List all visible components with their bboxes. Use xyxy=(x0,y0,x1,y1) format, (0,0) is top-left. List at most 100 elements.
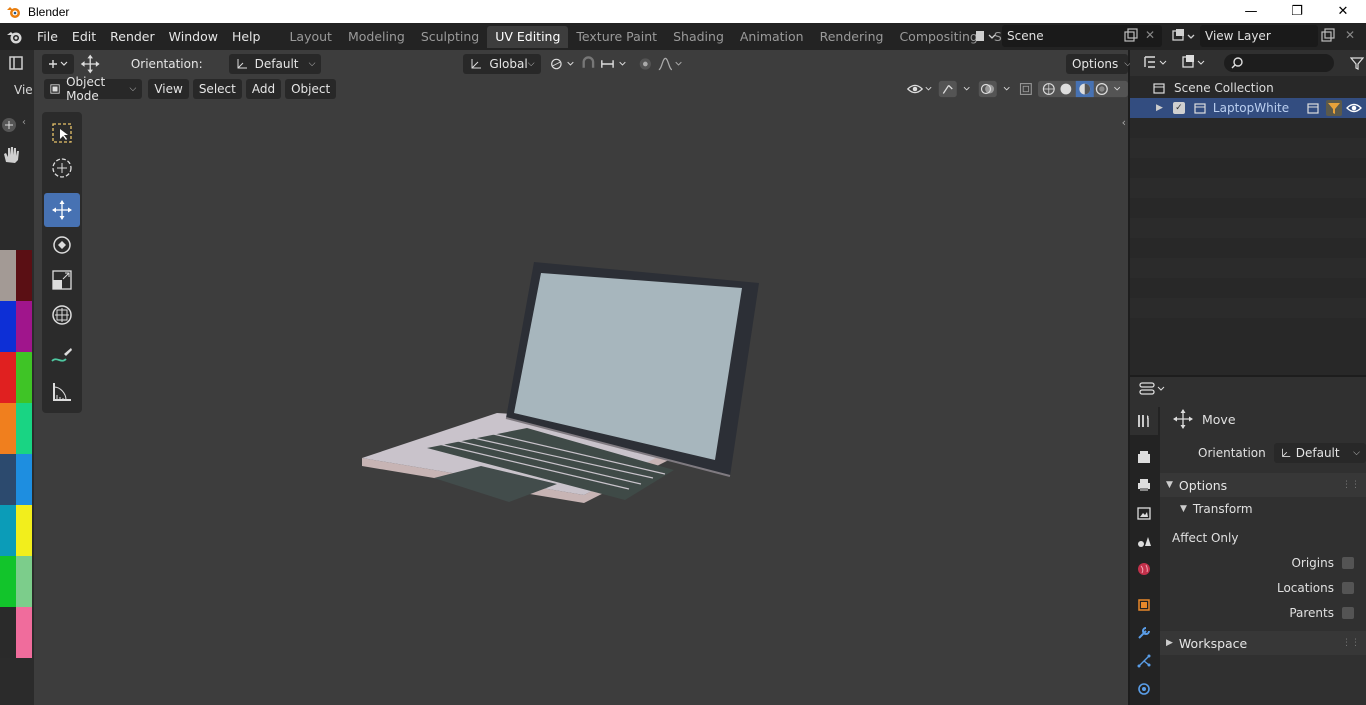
outliner-row-scene-collection[interactable]: Scene Collection xyxy=(1130,78,1366,98)
new-view-layer-icon[interactable] xyxy=(1320,28,1336,44)
tab-tool[interactable] xyxy=(1130,407,1158,435)
tab-animation[interactable]: Animation xyxy=(732,26,812,48)
delete-view-layer-icon[interactable]: ✕ xyxy=(1345,28,1355,42)
tab-particles[interactable] xyxy=(1130,647,1158,675)
include-checkbox[interactable]: ✓ xyxy=(1172,102,1185,114)
palette-swatch[interactable] xyxy=(0,301,16,352)
tab-shading[interactable]: Shading xyxy=(665,26,732,48)
visibility-eye-icon[interactable] xyxy=(906,79,933,99)
origins-checkbox[interactable] xyxy=(1342,556,1354,569)
snap-magnet-icon[interactable] xyxy=(579,54,598,74)
palette-swatch[interactable] xyxy=(0,352,16,403)
affect-parents-row[interactable]: Parents xyxy=(1160,600,1366,625)
snap-target-icon[interactable] xyxy=(599,54,631,74)
left-view-menu[interactable]: Vie xyxy=(14,83,33,97)
palette-swatch[interactable] xyxy=(16,403,32,454)
gizmo-toggle-icon[interactable] xyxy=(937,79,977,99)
menu-help[interactable]: Help xyxy=(225,23,268,50)
annotate-tool[interactable] xyxy=(44,340,80,374)
palette-swatch[interactable] xyxy=(16,301,32,352)
transform-subpanel-header[interactable]: ▼ Transform xyxy=(1160,497,1366,521)
new-scene-icon[interactable] xyxy=(1123,28,1139,44)
tab-object[interactable] xyxy=(1130,591,1158,619)
palette-swatch[interactable] xyxy=(16,454,32,505)
menu-file[interactable]: File xyxy=(30,23,65,50)
select-menu[interactable]: Select xyxy=(192,79,242,99)
eye-visibility-icon[interactable] xyxy=(1346,101,1362,115)
delete-scene-icon[interactable]: ✕ xyxy=(1145,28,1155,42)
cursor-tool[interactable] xyxy=(44,151,80,185)
options-panel-header[interactable]: ▼ Options ⋮⋮ xyxy=(1160,473,1366,497)
object-menu[interactable]: Object xyxy=(285,79,337,99)
select-box-tool[interactable] xyxy=(44,116,80,150)
move-gizmo-icon[interactable] xyxy=(78,52,102,76)
tab-world[interactable] xyxy=(1130,555,1158,583)
tab-output[interactable] xyxy=(1130,471,1158,499)
exclude-collection-icon[interactable] xyxy=(1306,101,1320,115)
view-layer-name-field[interactable]: View Layer xyxy=(1200,25,1318,47)
pivot-point-icon[interactable] xyxy=(547,54,577,74)
palette-swatch[interactable] xyxy=(0,403,16,454)
transform-tool[interactable] xyxy=(44,298,80,332)
expand-arrow-icon[interactable]: ▶ xyxy=(1156,103,1163,113)
outliner-search-input[interactable] xyxy=(1224,54,1334,72)
palette-swatch[interactable] xyxy=(0,454,16,505)
transform-orientation-dropdown[interactable]: Global ⌵ xyxy=(463,53,541,74)
workspace-panel-header[interactable]: ▶ Workspace ⋮⋮ xyxy=(1160,631,1366,655)
menu-edit[interactable]: Edit xyxy=(65,23,103,50)
outliner-editor-type-icon[interactable] xyxy=(1142,53,1170,73)
palette-swatch[interactable] xyxy=(0,250,16,301)
rotate-tool[interactable] xyxy=(44,228,80,262)
proportional-edit-icon[interactable] xyxy=(635,54,656,74)
restore-button[interactable]: ❐ xyxy=(1274,0,1320,23)
outliner-row-laptopwhite[interactable]: ▶ ✓ LaptopWhite xyxy=(1130,98,1366,118)
menu-render[interactable]: Render xyxy=(103,23,162,50)
drag-handle-icon[interactable]: ⋮⋮ xyxy=(1342,638,1360,648)
3d-viewport[interactable]: Orientation: Default ⌵ Global ⌵ Options xyxy=(34,50,1131,705)
palette-swatch[interactable] xyxy=(16,607,32,658)
palette-swatch[interactable] xyxy=(0,505,16,556)
options-dropdown[interactable]: Options ⌵ xyxy=(1065,53,1131,74)
move-tool[interactable] xyxy=(44,193,80,227)
add-menu[interactable]: Add xyxy=(245,79,282,99)
sidebar-toggle-icon[interactable]: ‹ xyxy=(1122,116,1126,129)
orientation-dropdown[interactable]: Default ⌵ xyxy=(228,53,322,74)
tab-physics[interactable] xyxy=(1130,675,1158,703)
display-mode-icon[interactable] xyxy=(1180,53,1210,73)
object-mode-dropdown[interactable]: Object Mode ⌵ xyxy=(44,75,143,103)
collapse-arrow-icon[interactable]: ‹ xyxy=(22,117,26,128)
palette-swatch[interactable] xyxy=(16,556,32,607)
affect-locations-row[interactable]: Locations xyxy=(1160,575,1366,600)
tab-layout[interactable]: Layout xyxy=(281,26,340,48)
drag-handle-icon[interactable]: ⋮⋮ xyxy=(1342,480,1360,490)
measure-tool[interactable] xyxy=(44,375,80,409)
parents-checkbox[interactable] xyxy=(1342,606,1354,619)
palette-swatch[interactable] xyxy=(0,607,16,658)
affect-origins-row[interactable]: Origins xyxy=(1160,550,1366,575)
overlays-icon[interactable] xyxy=(977,79,1017,99)
menu-window[interactable]: Window xyxy=(162,23,225,50)
tab-texture-paint[interactable]: Texture Paint xyxy=(568,26,665,48)
close-button[interactable]: ✕ xyxy=(1320,0,1366,23)
tab-scene[interactable] xyxy=(1130,527,1158,555)
filter-icon[interactable] xyxy=(1350,56,1364,70)
blender-menu-button[interactable] xyxy=(0,23,30,50)
view-menu[interactable]: View xyxy=(148,79,189,99)
editor-type-icon[interactable] xyxy=(4,53,34,75)
view-layer-icon[interactable] xyxy=(1170,27,1198,45)
scene-icon[interactable] xyxy=(972,27,998,45)
palette-swatch[interactable] xyxy=(16,352,32,403)
xray-toggle-icon[interactable] xyxy=(1016,79,1036,99)
properties-editor-type-icon[interactable] xyxy=(1138,379,1168,399)
tab-uv-editing[interactable]: UV Editing xyxy=(487,25,569,48)
shading-modes-icon[interactable] xyxy=(1038,79,1128,99)
pan-hand-icon[interactable] xyxy=(0,144,22,166)
falloff-curve-icon[interactable] xyxy=(656,54,686,74)
scale-tool[interactable] xyxy=(44,263,80,297)
tab-modifiers[interactable] xyxy=(1130,619,1158,647)
orientation-prop-dropdown[interactable]: Default ⌵ xyxy=(1273,443,1366,463)
editor-type-button[interactable] xyxy=(42,53,75,74)
filter-funnel-icon[interactable] xyxy=(1326,100,1342,116)
tab-render[interactable] xyxy=(1130,443,1158,471)
palette-swatch[interactable] xyxy=(16,505,32,556)
